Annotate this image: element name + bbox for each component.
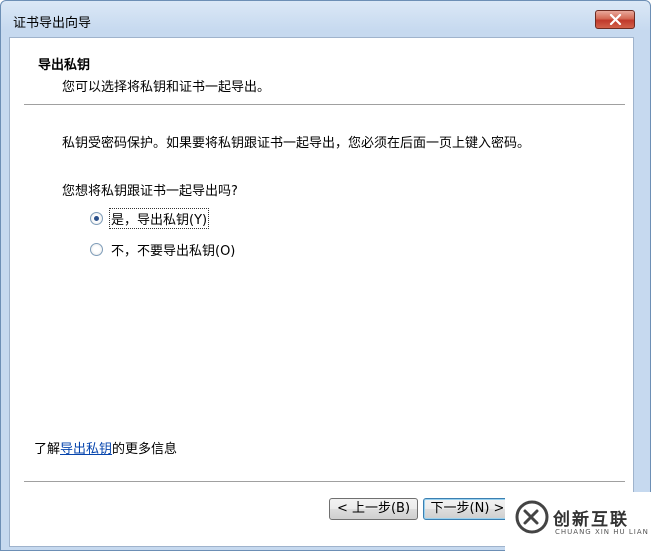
title-bar[interactable]: 证书导出向导: [1, 1, 650, 37]
wizard-window: 证书导出向导 导出私钥 您可以选择将私钥和证书一起导出。 私钥受密码保护。如果要…: [0, 0, 651, 551]
header-divider: [24, 104, 625, 105]
learn-more-link[interactable]: 导出私钥: [60, 442, 112, 457]
next-button[interactable]: 下一步(N) >: [423, 498, 512, 520]
close-icon: [609, 14, 622, 25]
radio-yes[interactable]: [90, 212, 103, 225]
page-subtitle: 您可以选择将私钥和证书一起导出。: [62, 80, 271, 95]
watermark-text: 创新互联: [553, 510, 629, 530]
learn-more-suffix: 的更多信息: [112, 442, 178, 457]
option-export-no[interactable]: 不，不要导出私钥(O): [90, 239, 237, 260]
watermark: 创新互联 CHUANG XIN HU LIAN: [505, 492, 653, 553]
option-no-label[interactable]: 不，不要导出私钥(O): [109, 239, 237, 260]
description-text: 私钥受密码保护。如果要将私钥跟证书一起导出，您必须在后面一页上键入密码。: [62, 136, 531, 151]
option-export-yes[interactable]: 是，导出私钥(Y): [90, 208, 210, 229]
window-title: 证书导出向导: [13, 16, 92, 31]
learn-more-prefix: 了解: [34, 442, 61, 457]
footer-divider: [24, 481, 625, 482]
radio-no[interactable]: [90, 243, 103, 256]
wizard-content: 导出私钥 您可以选择将私钥和证书一起导出。 私钥受密码保护。如果要将私钥跟证书一…: [9, 37, 634, 547]
question-text: 您想将私钥跟证书一起导出吗?: [62, 184, 238, 199]
option-yes-label[interactable]: 是，导出私钥(Y): [109, 208, 210, 229]
close-button[interactable]: [595, 10, 635, 29]
watermark-subtext: CHUANG XIN HU LIAN: [555, 528, 649, 536]
wizard-header: 导出私钥 您可以选择将私钥和证书一起导出。: [10, 38, 633, 104]
watermark-logo-icon: [515, 500, 549, 534]
page-title: 导出私钥: [38, 58, 91, 73]
back-button[interactable]: < 上一步(B): [329, 498, 418, 520]
learn-more-text: 了解导出私钥的更多信息: [34, 438, 177, 457]
